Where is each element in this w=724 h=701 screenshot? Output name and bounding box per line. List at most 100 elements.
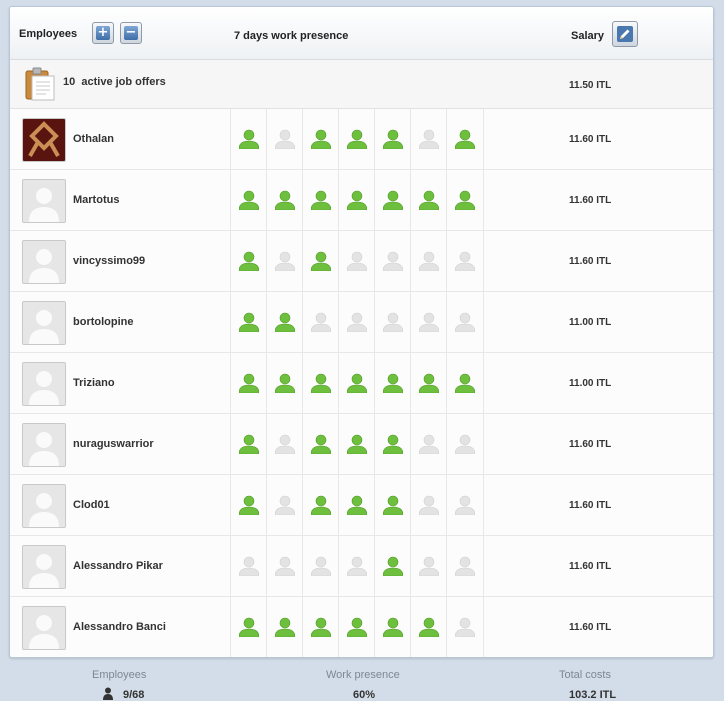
present-person-icon <box>383 617 403 637</box>
employee-name[interactable]: bortolopine <box>73 316 134 328</box>
add-employee-button[interactable]: + <box>92 22 114 44</box>
absent-person-icon <box>311 556 331 576</box>
absent-person-icon <box>311 312 331 332</box>
employee-salary: 11.00 ITL <box>569 317 612 328</box>
employee-name[interactable]: Martotus <box>73 194 119 206</box>
presence-day-cell <box>266 414 302 474</box>
presence-day-cell <box>410 170 446 230</box>
remove-employee-button[interactable]: − <box>120 22 142 44</box>
present-person-icon <box>347 434 367 454</box>
employee-row[interactable]: Clod01 11.60 ITL <box>10 475 713 536</box>
employee-row[interactable]: Alessandro Pikar 11.60 ITL <box>10 536 713 597</box>
presence-day-cell <box>230 353 266 413</box>
employee-list: Othalan 11.60 ITL Martotus 11.60 ITL vincyss… <box>10 109 713 657</box>
present-person-icon <box>311 617 331 637</box>
present-person-icon <box>383 556 403 576</box>
presence-day-cell <box>410 597 446 657</box>
plus-icon: + <box>96 25 110 40</box>
presence-day-cell <box>302 353 338 413</box>
employee-row[interactable]: Triziano 11.00 ITL <box>10 353 713 414</box>
present-person-icon <box>347 617 367 637</box>
presence-day-cell <box>266 536 302 596</box>
presence-day-cell <box>338 536 374 596</box>
presence-day-cell <box>338 475 374 535</box>
presence-day-cell <box>230 414 266 474</box>
presence-day-cell <box>230 109 266 169</box>
presence-day-cell <box>302 231 338 291</box>
absent-person-icon <box>275 495 295 515</box>
present-person-icon <box>419 617 439 637</box>
presence-day-cell <box>266 292 302 352</box>
employee-name[interactable]: nuraguswarrior <box>73 438 154 450</box>
present-person-icon <box>347 129 367 149</box>
employee-row[interactable]: Alessandro Banci 11.60 ITL <box>10 597 713 657</box>
employee-name[interactable]: vincyssimo99 <box>73 255 145 267</box>
default-avatar-icon <box>23 302 65 344</box>
avatar[interactable] <box>22 484 66 528</box>
presence-day-cell <box>302 109 338 169</box>
absent-person-icon <box>347 312 367 332</box>
avatar[interactable] <box>22 545 66 589</box>
employee-salary: 11.60 ITL <box>569 622 612 633</box>
employee-name[interactable]: Alessandro Pikar <box>73 560 163 572</box>
clipboard-icon <box>25 67 55 101</box>
presence-day-cell <box>266 170 302 230</box>
presence-cells <box>230 292 484 352</box>
employee-salary: 11.60 ITL <box>569 561 612 572</box>
job-offers-row[interactable]: 10 active job offers 11.50 ITL <box>10 60 713 109</box>
employee-name[interactable]: Othalan <box>73 133 114 145</box>
avatar[interactable] <box>22 240 66 284</box>
employee-row[interactable]: Othalan 11.60 ITL <box>10 109 713 170</box>
present-person-icon <box>383 495 403 515</box>
presence-day-cell <box>446 109 484 169</box>
avatar[interactable] <box>22 362 66 406</box>
presence-day-cell <box>302 170 338 230</box>
present-person-icon <box>347 373 367 393</box>
rune-avatar-icon <box>23 119 65 161</box>
avatar[interactable] <box>22 118 66 162</box>
present-person-icon <box>239 373 259 393</box>
presence-header: 7 days work presence <box>234 30 349 42</box>
employee-row[interactable]: bortolopine 11.00 ITL <box>10 292 713 353</box>
pencil-icon <box>617 26 633 42</box>
present-person-icon <box>239 312 259 332</box>
default-avatar-icon <box>23 607 65 649</box>
absent-person-icon <box>455 251 475 271</box>
presence-day-cell <box>266 231 302 291</box>
employee-row[interactable]: Martotus 11.60 ITL <box>10 170 713 231</box>
avatar[interactable] <box>22 179 66 223</box>
employee-name[interactable]: Clod01 <box>73 499 110 511</box>
avatar[interactable] <box>22 301 66 345</box>
edit-salary-button[interactable] <box>612 21 638 47</box>
avatar[interactable] <box>22 423 66 467</box>
present-person-icon <box>239 251 259 271</box>
presence-day-cell <box>410 475 446 535</box>
absent-person-icon <box>455 495 475 515</box>
employee-name[interactable]: Alessandro Banci <box>73 621 166 633</box>
employee-row[interactable]: nuraguswarrior 11.60 ITL <box>10 414 713 475</box>
presence-cells <box>230 353 484 413</box>
presence-day-cell <box>230 231 266 291</box>
costs-stat-value: 103.2 ITL <box>569 689 617 701</box>
employee-row[interactable]: vincyssimo99 11.60 ITL <box>10 231 713 292</box>
presence-day-cell <box>374 353 410 413</box>
presence-day-cell <box>374 475 410 535</box>
employee-name[interactable]: Triziano <box>73 377 115 389</box>
job-offers-text: active job offers <box>81 76 166 88</box>
absent-person-icon <box>455 312 475 332</box>
presence-day-cell <box>374 292 410 352</box>
absent-person-icon <box>419 251 439 271</box>
presence-day-cell <box>446 414 484 474</box>
avatar[interactable] <box>22 606 66 650</box>
present-person-icon <box>383 434 403 454</box>
present-person-icon <box>275 312 295 332</box>
presence-day-cell <box>302 597 338 657</box>
present-person-icon <box>383 190 403 210</box>
absent-person-icon <box>275 434 295 454</box>
presence-day-cell <box>230 475 266 535</box>
presence-day-cell <box>374 536 410 596</box>
present-person-icon <box>455 190 475 210</box>
absent-person-icon <box>455 617 475 637</box>
presence-cells <box>230 170 484 230</box>
presence-cells <box>230 536 484 596</box>
